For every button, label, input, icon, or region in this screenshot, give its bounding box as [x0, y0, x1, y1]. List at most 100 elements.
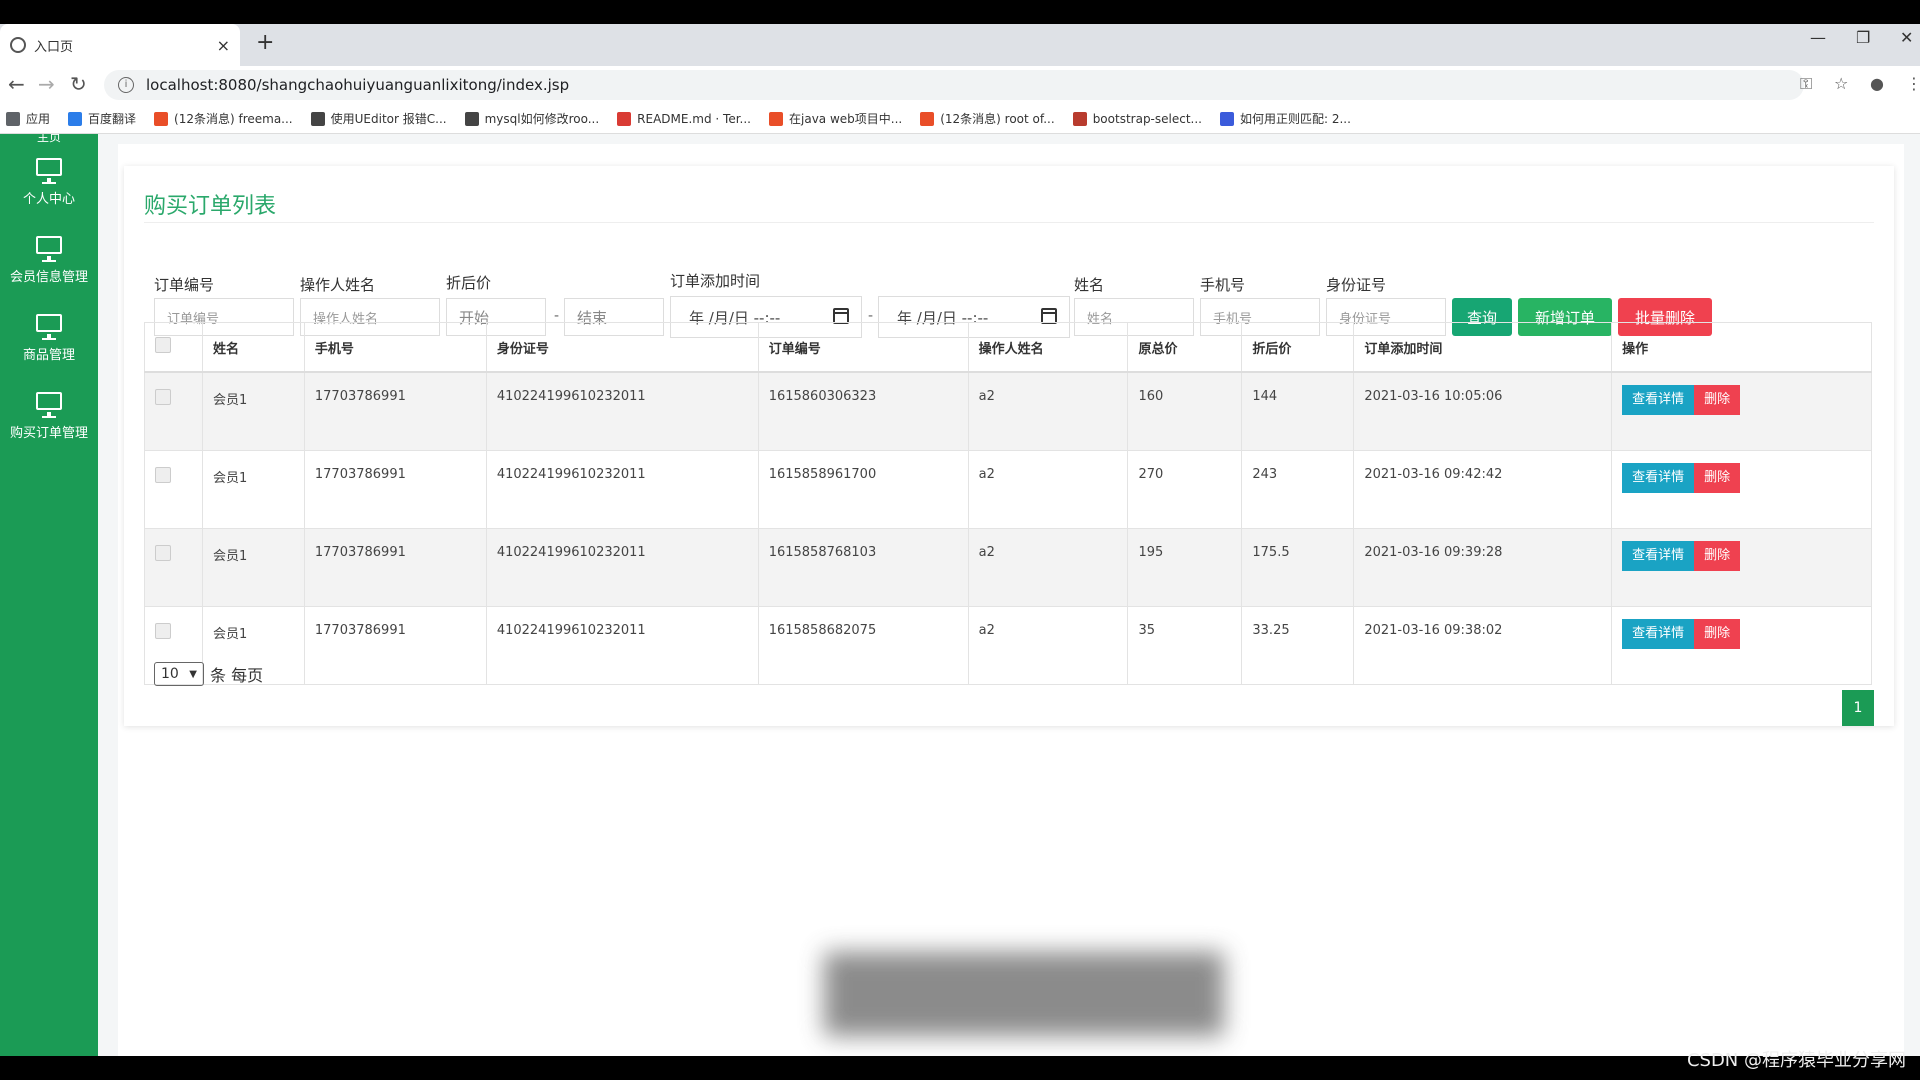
sidebar-item-products[interactable]: 商品管理 [0, 314, 98, 363]
bookmark-item[interactable]: mysql如何修改roo... [464, 110, 600, 127]
bookmark-favicon-icon [617, 111, 632, 126]
reload-icon[interactable]: ↻ [70, 72, 87, 96]
cell-total: 270 [1127, 450, 1243, 529]
restore-icon[interactable]: ❐ [1856, 28, 1870, 47]
cell-discount: 144 [1241, 371, 1355, 451]
cell-actions: 查看详情 删除 [1611, 606, 1872, 685]
bookmark-label: README.md · Ter... [637, 111, 751, 126]
cell-discount: 33.25 [1241, 606, 1355, 685]
blurred-overlay [824, 952, 1224, 1036]
bookmark-item[interactable]: 使用UEditor 报错C... [310, 110, 447, 127]
bookmark-label: 如何用正则匹配: 2... [1239, 112, 1351, 126]
bookmark-favicon-icon [1072, 111, 1087, 126]
cell-phone: 17703786991 [303, 528, 487, 607]
sidebar-item-orders[interactable]: 购买订单管理 [0, 392, 98, 441]
sidebar: 主页 个人中心 会员信息管理 商品管理 购买订单管理 [0, 134, 98, 1056]
sidebar-item-profile[interactable]: 个人中心 [0, 158, 98, 207]
tab-close-icon[interactable]: × [217, 36, 230, 55]
cell-idcard: 410224199610232011 [485, 606, 759, 685]
column-header: 操作人姓名 [967, 322, 1129, 373]
sidebar-item-home[interactable]: 主页 [0, 134, 98, 145]
bookmark-label: (12条消息) freema... [174, 112, 293, 126]
page-size-select[interactable]: 10 ▼ [154, 662, 204, 686]
delete-button[interactable]: 删除 [1694, 541, 1741, 571]
bookmark-label: 百度翻译 [88, 112, 137, 126]
bookmark-favicon-icon [68, 111, 83, 126]
view-details-button[interactable]: 查看详情 [1622, 541, 1695, 571]
sidebar-item-label: 购买订单管理 [9, 426, 88, 441]
sidebar-item-label: 会员信息管理 [9, 270, 88, 285]
bookmark-item[interactable]: README.md · Ter... [617, 111, 751, 126]
monitor-icon [36, 392, 62, 418]
browser-tab[interactable]: 入口页 × [0, 24, 240, 66]
back-icon[interactable]: ← [8, 72, 25, 96]
column-header: 姓名 [201, 322, 305, 373]
cell-time: 2021-03-16 09:39:28 [1353, 528, 1613, 607]
profile-icon[interactable]: ● [1870, 74, 1884, 93]
bookmark-item[interactable]: bootstrap-select... [1072, 111, 1202, 126]
bookmark-label: mysql如何修改roo... [484, 112, 600, 126]
chevron-down-icon: ▼ [189, 668, 197, 680]
bookmark-label: 使用UEditor 报错C... [330, 112, 447, 126]
phone-label: 手机号 [1200, 276, 1246, 294]
bookmarks-bar: 应用 百度翻译 (12条消息) freema... 使用UEditor 报错C... m… [0, 104, 1920, 134]
select-all-cell [144, 322, 203, 373]
new-tab-button[interactable]: + [256, 30, 274, 55]
menu-icon[interactable]: ⋮ [1906, 74, 1920, 93]
page-size-suffix: 条 每页 [210, 666, 264, 685]
sidebar-item-members[interactable]: 会员信息管理 [0, 236, 98, 285]
cell-time: 2021-03-16 09:42:42 [1353, 450, 1613, 529]
row-checkbox[interactable] [155, 623, 171, 639]
window-close-icon[interactable]: ✕ [1900, 28, 1913, 47]
row-checkbox[interactable] [155, 545, 171, 561]
delete-button[interactable]: 删除 [1694, 619, 1741, 649]
orders-table: 姓名 手机号 身份证号 订单编号 操作人姓名 原总价 折后价 订单添加时间 操作… [144, 322, 1872, 685]
bookmark-favicon-icon [310, 111, 325, 126]
minimize-icon[interactable]: — [1810, 28, 1826, 47]
column-header: 原总价 [1127, 322, 1243, 373]
page-number-button[interactable]: 1 [1842, 690, 1874, 726]
cell-order-no: 1615858682075 [757, 606, 969, 685]
delete-button[interactable]: 删除 [1694, 385, 1741, 415]
monitor-icon [36, 158, 62, 184]
monitor-icon [36, 236, 62, 262]
select-all-checkbox[interactable] [155, 337, 171, 353]
row-checkbox[interactable] [155, 467, 171, 483]
bookmark-item[interactable]: 百度翻译 [68, 110, 136, 127]
url-field[interactable]: i localhost:8080/shangchaohuiyuanguanlix… [104, 70, 1804, 100]
cell-total: 195 [1127, 528, 1243, 607]
bookmark-item[interactable]: 应用 [6, 110, 50, 127]
cell-actions: 查看详情 删除 [1611, 450, 1872, 529]
bookmark-label: (12条消息) root of... [940, 112, 1055, 126]
row-select-cell [144, 450, 203, 529]
table-header-row: 姓名 手机号 身份证号 订单编号 操作人姓名 原总价 折后价 订单添加时间 操作 [144, 322, 1872, 373]
cell-time: 2021-03-16 10:05:06 [1353, 371, 1613, 451]
key-icon[interactable]: ⚿ [1800, 74, 1812, 94]
bookmark-item[interactable]: (12条消息) freema... [154, 110, 293, 127]
screen-bottom-bar [0, 1056, 1920, 1080]
delete-button[interactable]: 删除 [1694, 463, 1741, 493]
bookmark-label: 应用 [26, 112, 51, 126]
bookmark-item[interactable]: 如何用正则匹配: 2... [1219, 110, 1351, 127]
bookmark-favicon-icon [154, 111, 169, 126]
cell-order-no: 1615858961700 [757, 450, 969, 529]
site-info-icon[interactable]: i [118, 77, 134, 93]
cell-operator: a2 [967, 528, 1129, 607]
cell-name: 会员1 [201, 371, 305, 451]
cell-time: 2021-03-16 09:38:02 [1353, 606, 1613, 685]
view-details-button[interactable]: 查看详情 [1622, 463, 1695, 493]
discount-label: 折后价 [446, 274, 492, 292]
table-row: 会员1 17703786991 410224199610232011 16158589… [144, 450, 1872, 529]
cell-actions: 查看详情 删除 [1611, 528, 1872, 607]
view-details-button[interactable]: 查看详情 [1622, 619, 1695, 649]
row-checkbox[interactable] [155, 389, 171, 405]
star-icon[interactable]: ☆ [1834, 74, 1848, 93]
view-details-button[interactable]: 查看详情 [1622, 385, 1695, 415]
order-list-card: 购买订单列表 订单编号 操作人姓名 折后价 订单添加时间 姓名 手机号 身份证号… [124, 166, 1894, 726]
bookmark-item[interactable]: (12条消息) root of... [920, 110, 1055, 127]
bookmark-item[interactable]: 在java web项目中... [769, 110, 902, 127]
bookmark-favicon-icon [920, 111, 935, 126]
forward-icon[interactable]: → [38, 72, 55, 96]
cell-discount: 243 [1241, 450, 1355, 529]
cell-order-no: 1615860306323 [757, 371, 969, 451]
